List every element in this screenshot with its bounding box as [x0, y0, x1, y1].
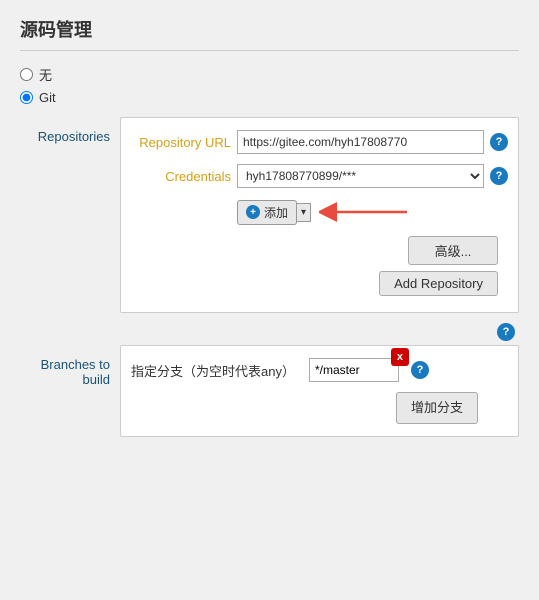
- repositories-panel: Repository URL ? Credentials hyh17808770…: [120, 117, 519, 313]
- credentials-label: Credentials: [131, 169, 231, 184]
- page-title: 源码管理: [20, 16, 519, 51]
- action-buttons: 高级... Add Repository: [131, 236, 508, 296]
- add-branch-label: 增加分支: [411, 400, 463, 415]
- branch-delete-button[interactable]: x: [391, 348, 409, 366]
- branch-form-row: 指定分支（为空时代表any） x ?: [131, 358, 508, 382]
- credentials-row: Credentials hyh17808770899/*** ?: [131, 164, 508, 188]
- add-repository-button[interactable]: Add Repository: [379, 271, 498, 296]
- add-button-label: 添加: [264, 204, 288, 221]
- radio-none[interactable]: 无: [20, 65, 519, 84]
- add-button[interactable]: + 添加: [237, 200, 297, 225]
- branches-label: Branches to build: [41, 353, 110, 387]
- arrow-svg: [319, 198, 409, 226]
- branch-input[interactable]: [309, 358, 399, 382]
- repo-url-help-icon[interactable]: ?: [490, 133, 508, 151]
- branch-input-container: x: [309, 358, 399, 382]
- branch-help-icon[interactable]: ?: [411, 361, 429, 379]
- floating-help-icon[interactable]: ?: [497, 323, 515, 341]
- radio-git[interactable]: Git: [20, 90, 519, 105]
- add-btn-row: + 添加 ▾: [131, 198, 508, 226]
- add-branch-row: 增加分支: [131, 392, 508, 424]
- credentials-help-icon[interactable]: ?: [490, 167, 508, 185]
- repositories-label: Repositories: [38, 125, 110, 144]
- main-page: 源码管理 无 Git Repositories Repository URL: [0, 0, 539, 453]
- repo-url-label: Repository URL: [131, 135, 231, 150]
- repo-url-input[interactable]: [237, 130, 484, 154]
- radio-group: 无 Git: [20, 65, 519, 105]
- branch-form-label: 指定分支（为空时代表any）: [131, 361, 295, 380]
- floating-help-row: ?: [20, 323, 519, 341]
- radio-git-label: Git: [39, 90, 56, 105]
- repo-url-row: Repository URL ?: [131, 130, 508, 154]
- branches-panel: 指定分支（为空时代表any） x ? 增加分支: [120, 345, 519, 437]
- advanced-button[interactable]: 高级...: [408, 236, 498, 265]
- credentials-select[interactable]: hyh17808770899/***: [237, 164, 484, 188]
- add-circle-icon: +: [246, 205, 260, 219]
- radio-none-label: 无: [39, 65, 52, 84]
- radio-git-input[interactable]: [20, 91, 33, 104]
- add-button-dropdown[interactable]: ▾: [297, 203, 311, 222]
- arrow-annotation: [319, 198, 409, 226]
- radio-none-input[interactable]: [20, 68, 33, 81]
- add-branch-button[interactable]: 增加分支: [396, 392, 478, 424]
